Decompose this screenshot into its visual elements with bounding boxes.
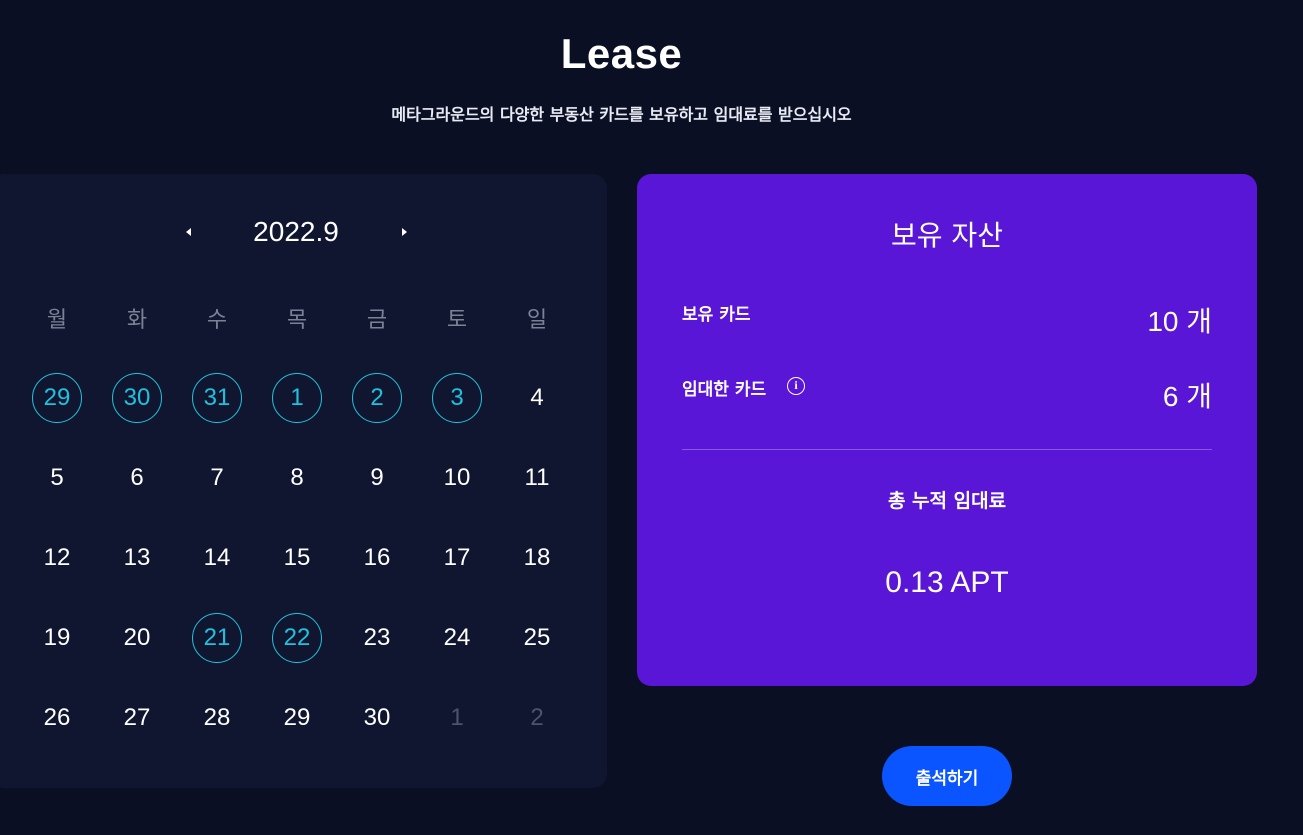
calendar-day[interactable]: 25	[497, 598, 577, 678]
calendar-day-attended[interactable]: 3	[417, 358, 497, 438]
calendar-day-number: 9	[370, 464, 384, 491]
calendar-day-number: 22	[272, 613, 322, 663]
calendar-day-number: 7	[210, 464, 224, 491]
calendar-day-number: 26	[43, 704, 71, 731]
calendar-grid: 월 화 수 목 금 토 일 29 30 31 1 2 3 4 5 6 7 8 9 10 11 12 13 14 15 16 17 18…	[17, 278, 577, 758]
owned-cards-value: 10 개	[1147, 306, 1212, 337]
calendar-day-number: 13	[123, 544, 151, 571]
calendar-day[interactable]: 11	[497, 438, 577, 518]
calendar-day-attended[interactable]: 21	[177, 598, 257, 678]
calendar-day[interactable]: 1	[417, 678, 497, 758]
calendar-day[interactable]: 15	[257, 518, 337, 598]
calendar-day-number: 15	[283, 544, 311, 571]
weekday-label: 수	[206, 308, 228, 333]
calendar-day[interactable]: 14	[177, 518, 257, 598]
calendar-day[interactable]: 29	[257, 678, 337, 758]
calendar-day[interactable]: 4	[497, 358, 577, 438]
calendar-day[interactable]: 27	[97, 678, 177, 758]
calendar-day-attended[interactable]: 22	[257, 598, 337, 678]
calendar-day-number: 19	[43, 624, 71, 651]
calendar-day-number: 18	[523, 544, 551, 571]
calendar-day[interactable]: 5	[17, 438, 97, 518]
divider	[682, 449, 1212, 450]
calendar-day-number: 8	[290, 464, 304, 491]
calendar-day-number: 14	[203, 544, 231, 571]
calendar-day-number: 2	[530, 704, 544, 731]
calendar-day-number: 3	[432, 373, 482, 423]
weekday-label: 목	[286, 308, 308, 333]
calendar-day[interactable]: 19	[17, 598, 97, 678]
calendar-day-attended[interactable]: 29	[17, 358, 97, 438]
calendar-day-number: 21	[192, 613, 242, 663]
calendar-day-number: 28	[203, 704, 231, 731]
calendar-day[interactable]: 28	[177, 678, 257, 758]
calendar-day-number: 11	[524, 464, 550, 491]
leased-cards-value: 6 개	[1162, 381, 1212, 412]
calendar-day[interactable]: 23	[337, 598, 417, 678]
attend-button[interactable]: 출석하기	[882, 746, 1012, 806]
calendar-day-number: 4	[530, 384, 544, 411]
calendar-day-number: 2	[352, 373, 402, 423]
prev-month-button[interactable]	[177, 219, 203, 245]
next-month-button[interactable]	[391, 219, 417, 245]
calendar-day-number: 25	[523, 624, 551, 651]
calendar-day-number: 17	[443, 544, 471, 571]
total-rent-label: 총 누적 임대료	[887, 490, 1007, 512]
assets-title: 보유 자산	[891, 219, 1003, 252]
calendar-day[interactable]: 10	[417, 438, 497, 518]
calendar-day[interactable]: 12	[17, 518, 97, 598]
calendar-day-number: 30	[363, 704, 391, 731]
calendar-day-number: 5	[50, 464, 64, 491]
calendar-day[interactable]: 2	[497, 678, 577, 758]
leased-cards-label: 임대한 카드	[682, 380, 767, 400]
calendar-day[interactable]: 17	[417, 518, 497, 598]
calendar-day-number: 1	[450, 704, 464, 731]
calendar-day[interactable]: 16	[337, 518, 417, 598]
calendar-day-number: 1	[272, 373, 322, 423]
calendar-day-attended[interactable]: 30	[97, 358, 177, 438]
calendar-day-number: 6	[130, 464, 144, 491]
page-title: Lease	[560, 30, 683, 77]
lease-page: Lease 메타그라운드의 다양한 부동산 카드를 보유하고 임대료를 받으십시…	[0, 0, 1303, 835]
calendar-header: 2022.9	[0, 212, 607, 252]
calendar-day-number: 12	[43, 544, 71, 571]
owned-assets-card: 보유 자산 보유 카드 10 개 임대한 카드 i 6 개 총 누적 임대료 0…	[637, 174, 1257, 686]
calendar-day-attended[interactable]: 2	[337, 358, 417, 438]
attendance-calendar: 2022.9 월 화 수 목 금 토 일 29 30 31 1 2 3 4 5 6 7 8 9 10 11 12 13 14 1…	[0, 174, 607, 788]
calendar-day-attended[interactable]: 1	[257, 358, 337, 438]
calendar-day[interactable]: 30	[337, 678, 417, 758]
calendar-day[interactable]: 20	[97, 598, 177, 678]
calendar-day[interactable]: 7	[177, 438, 257, 518]
calendar-day-number: 20	[123, 624, 151, 651]
weekday-label: 일	[526, 308, 548, 333]
calendar-day-number: 29	[283, 704, 311, 731]
calendar-day-number: 23	[363, 624, 391, 651]
calendar-day-number: 27	[123, 704, 151, 731]
weekday-label: 월	[46, 308, 68, 333]
calendar-day[interactable]: 13	[97, 518, 177, 598]
total-rent-value: 0.13 APT	[885, 566, 1009, 599]
calendar-day[interactable]: 18	[497, 518, 577, 598]
calendar-day[interactable]: 8	[257, 438, 337, 518]
calendar-day-number: 24	[443, 624, 471, 651]
weekday-label: 금	[366, 308, 388, 333]
calendar-day-number: 29	[32, 373, 82, 423]
calendar-day-number: 31	[192, 373, 242, 423]
calendar-day[interactable]: 9	[337, 438, 417, 518]
weekday-label: 화	[126, 308, 148, 333]
calendar-day-number: 16	[363, 544, 391, 571]
chevron-right-icon	[402, 228, 407, 236]
calendar-day[interactable]: 6	[97, 438, 177, 518]
calendar-day[interactable]: 26	[17, 678, 97, 758]
page-subtitle: 메타그라운드의 다양한 부동산 카드를 보유하고 임대료를 받으십시오	[391, 105, 852, 124]
calendar-day-number: 10	[443, 464, 471, 491]
calendar-day-number: 30	[112, 373, 162, 423]
info-icon[interactable]: i	[787, 377, 805, 395]
chevron-left-icon	[186, 228, 191, 236]
calendar-month-label: 2022.9	[253, 216, 339, 247]
owned-cards-label: 보유 카드	[682, 305, 751, 325]
calendar-day-attended[interactable]: 31	[177, 358, 257, 438]
weekday-label: 토	[446, 308, 468, 333]
calendar-day[interactable]: 24	[417, 598, 497, 678]
